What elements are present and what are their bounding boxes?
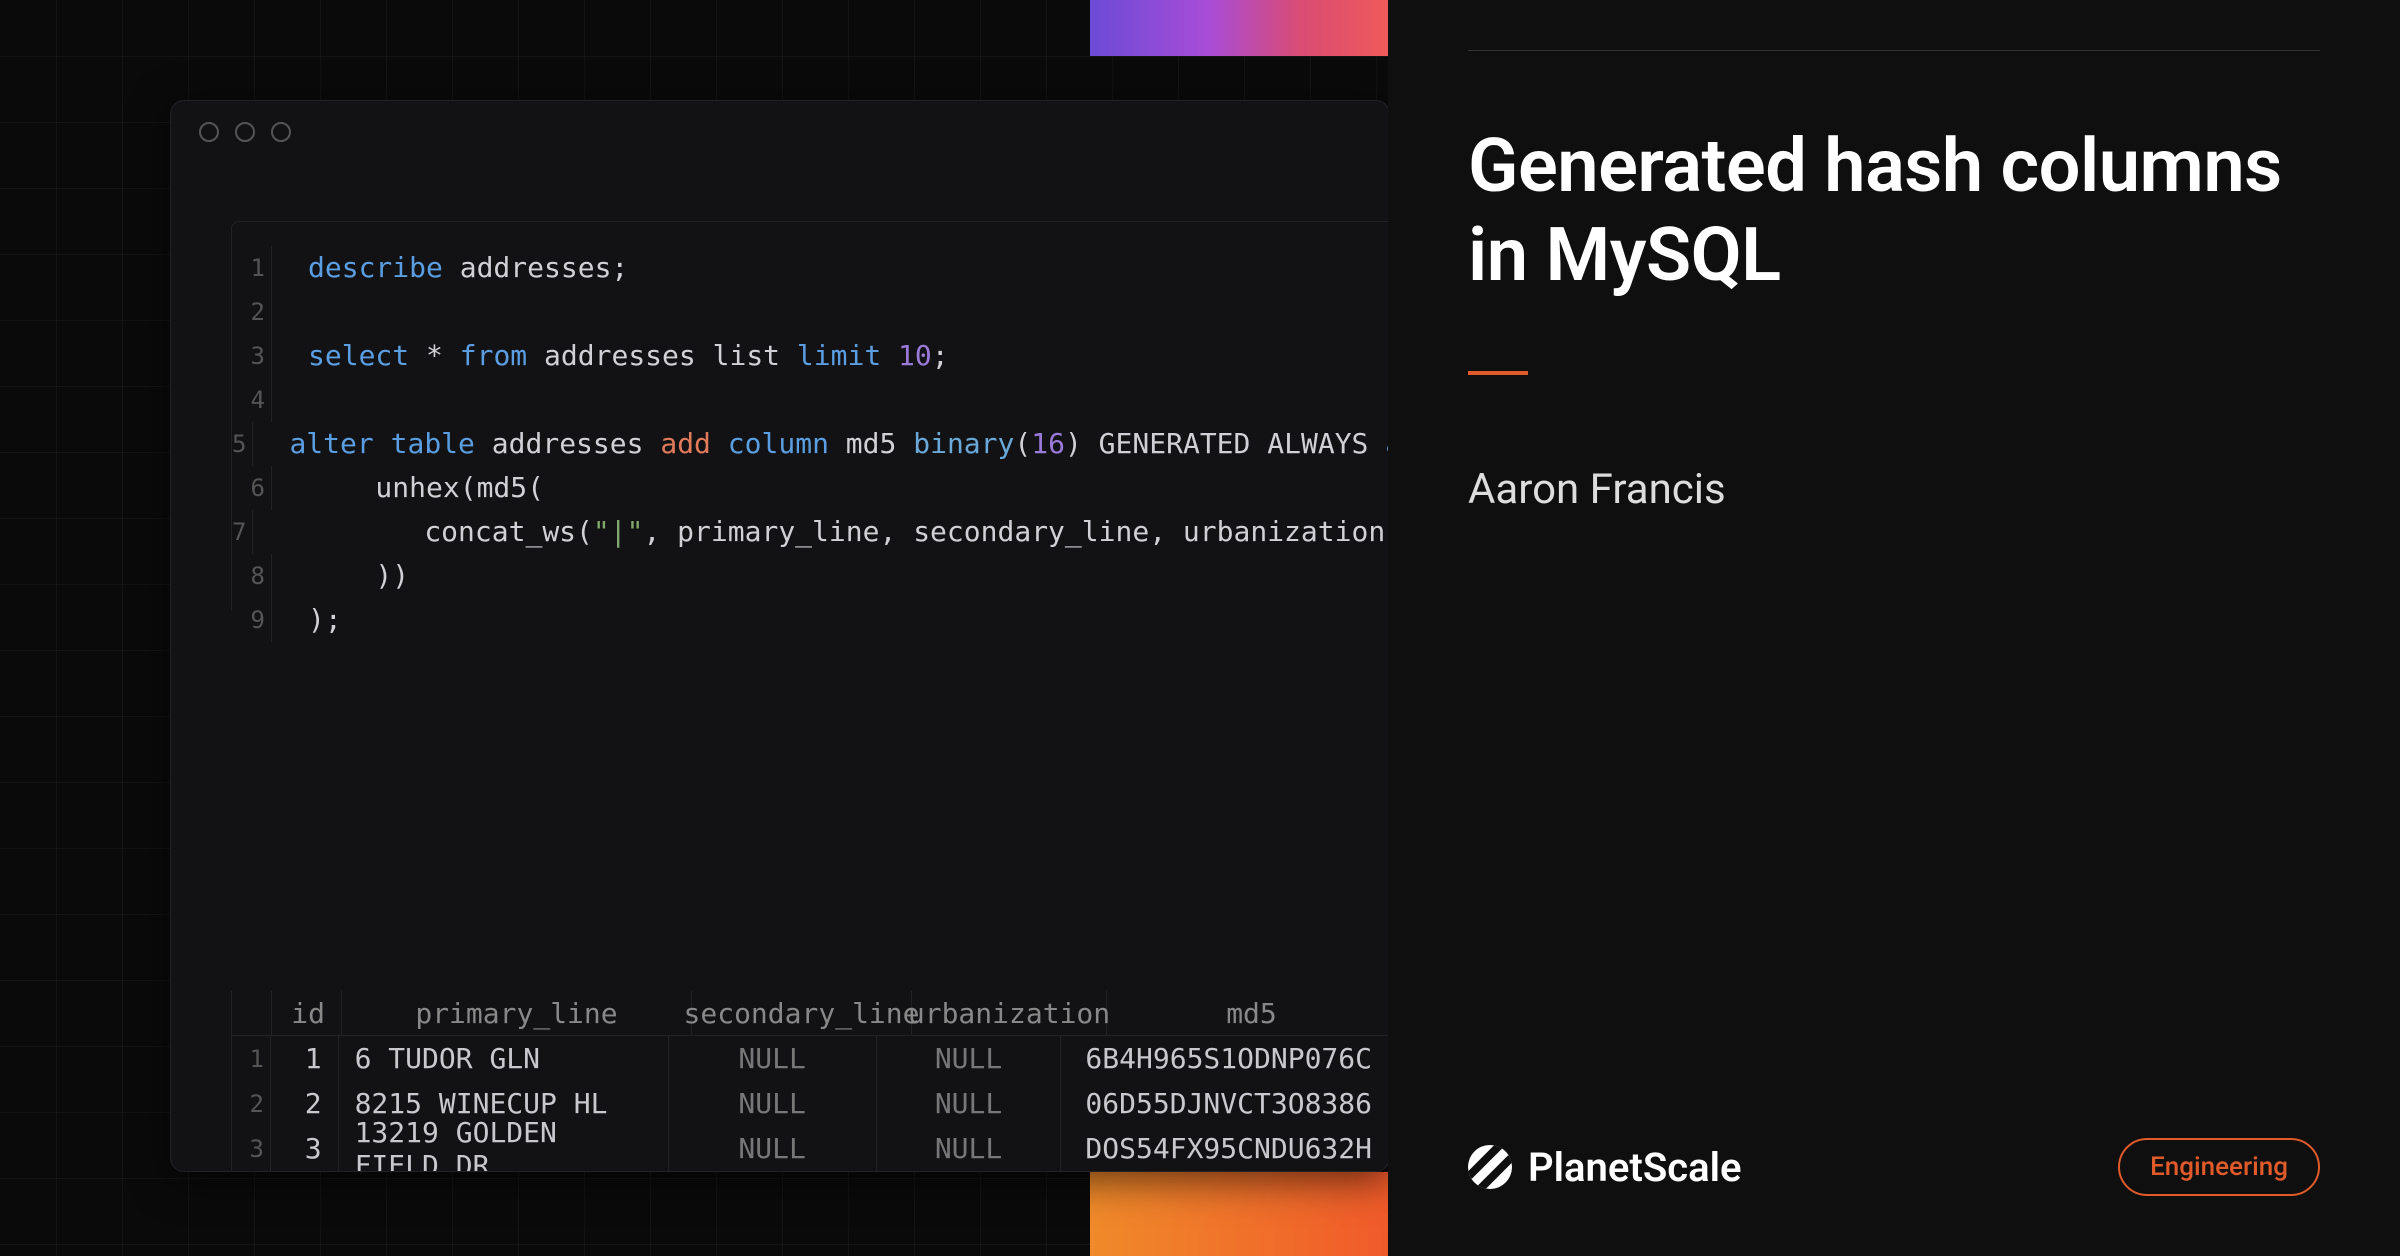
row-number: 2 bbox=[232, 1081, 271, 1126]
cell-primary: 13219 GOLDEN FIELD DR bbox=[339, 1126, 669, 1171]
code-line: 2 bbox=[232, 290, 1389, 334]
table-row: 3313219 GOLDEN FIELD DRNULLNULLDOS54FX95… bbox=[232, 1126, 1389, 1171]
code-line: 8 )) bbox=[232, 554, 1389, 598]
cell-secondary: NULL bbox=[669, 1126, 877, 1171]
line-number: 7 bbox=[232, 510, 253, 554]
category-tag[interactable]: Engineering bbox=[2118, 1138, 2320, 1196]
code-content: select * from addresses list limit 10; bbox=[272, 334, 949, 378]
code-content bbox=[272, 378, 308, 422]
cell-md5: DOS54FX95CNDU632H bbox=[1061, 1126, 1389, 1171]
cell-md5: 06D55DJNVCT3O8386 bbox=[1061, 1081, 1389, 1126]
author-name: Aaron Francis bbox=[1468, 465, 2320, 514]
cell-md5: 6B4H965S1ODNP076C bbox=[1061, 1036, 1389, 1081]
editor-window: 1describe addresses;23select * from addr… bbox=[170, 100, 1390, 1172]
info-panel: Generated hash columns in MySQL Aaron Fr… bbox=[1388, 0, 2400, 1256]
code-content: unhex(md5( bbox=[272, 466, 544, 510]
code-line: 3select * from addresses list limit 10; bbox=[232, 334, 1389, 378]
code-content: )) bbox=[272, 554, 409, 598]
col-primary: primary_line bbox=[342, 991, 692, 1035]
code-line: 5alter table addresses add column md5 bi… bbox=[232, 422, 1389, 466]
code-content: ); bbox=[272, 598, 342, 642]
results-table: idprimary_linesecondary_lineurbanization… bbox=[231, 991, 1389, 1171]
code-content bbox=[272, 290, 308, 334]
window-titlebar bbox=[171, 101, 1389, 163]
line-number: 8 bbox=[232, 554, 272, 598]
cell-secondary: NULL bbox=[669, 1081, 877, 1126]
cell-secondary: NULL bbox=[669, 1036, 877, 1081]
code-line: 9); bbox=[232, 598, 1389, 642]
row-number: 3 bbox=[232, 1126, 271, 1171]
col-urbanization: urbanization bbox=[912, 991, 1107, 1035]
code-line: 1describe addresses; bbox=[232, 246, 1389, 290]
traffic-light-zoom-icon[interactable] bbox=[271, 122, 291, 142]
line-number: 5 bbox=[232, 422, 253, 466]
cell-id: 3 bbox=[271, 1126, 339, 1171]
cell-urbanization: NULL bbox=[877, 1126, 1062, 1171]
cell-urbanization: NULL bbox=[877, 1036, 1062, 1081]
brand-name: PlanetScale bbox=[1528, 1144, 1742, 1191]
code-content: concat_ws("|", primary_line, secondary_l… bbox=[253, 510, 1390, 554]
article-title: Generated hash columns in MySQL bbox=[1468, 123, 2320, 301]
accent-gradient-top bbox=[1090, 0, 1390, 56]
accent-gradient-bottom bbox=[1090, 1172, 1390, 1256]
col-secondary: secondary_line bbox=[692, 991, 912, 1035]
brand-logo[interactable]: PlanetScale bbox=[1468, 1144, 1742, 1191]
cell-id: 2 bbox=[271, 1081, 339, 1126]
line-number: 2 bbox=[232, 290, 272, 334]
planetscale-icon bbox=[1468, 1145, 1512, 1189]
code-editor[interactable]: 1describe addresses;23select * from addr… bbox=[231, 221, 1389, 611]
row-number: 1 bbox=[232, 1036, 271, 1081]
code-content: describe addresses; bbox=[272, 246, 628, 290]
line-number: 4 bbox=[232, 378, 272, 422]
table-row: 116 TUDOR GLNNULLNULL6B4H965S1ODNP076C bbox=[232, 1036, 1389, 1081]
col-id: id bbox=[272, 991, 342, 1035]
traffic-light-minimize-icon[interactable] bbox=[235, 122, 255, 142]
code-line: 6 unhex(md5( bbox=[232, 466, 1389, 510]
col-md5: md5 bbox=[1107, 991, 1389, 1035]
line-number: 3 bbox=[232, 334, 272, 378]
code-line: 7 concat_ws("|", primary_line, secondary… bbox=[232, 510, 1389, 554]
divider bbox=[1468, 50, 2320, 51]
code-line: 4 bbox=[232, 378, 1389, 422]
traffic-light-close-icon[interactable] bbox=[199, 122, 219, 142]
code-content: alter table addresses add column md5 bin… bbox=[253, 422, 1390, 466]
accent-rule bbox=[1468, 371, 1528, 375]
table-header-row: idprimary_linesecondary_lineurbanization… bbox=[232, 991, 1389, 1036]
cell-id: 1 bbox=[271, 1036, 339, 1081]
line-number: 9 bbox=[232, 598, 272, 642]
cell-urbanization: NULL bbox=[877, 1081, 1062, 1126]
line-number: 6 bbox=[232, 466, 272, 510]
cell-primary: 6 TUDOR GLN bbox=[339, 1036, 669, 1081]
line-number: 1 bbox=[232, 246, 272, 290]
